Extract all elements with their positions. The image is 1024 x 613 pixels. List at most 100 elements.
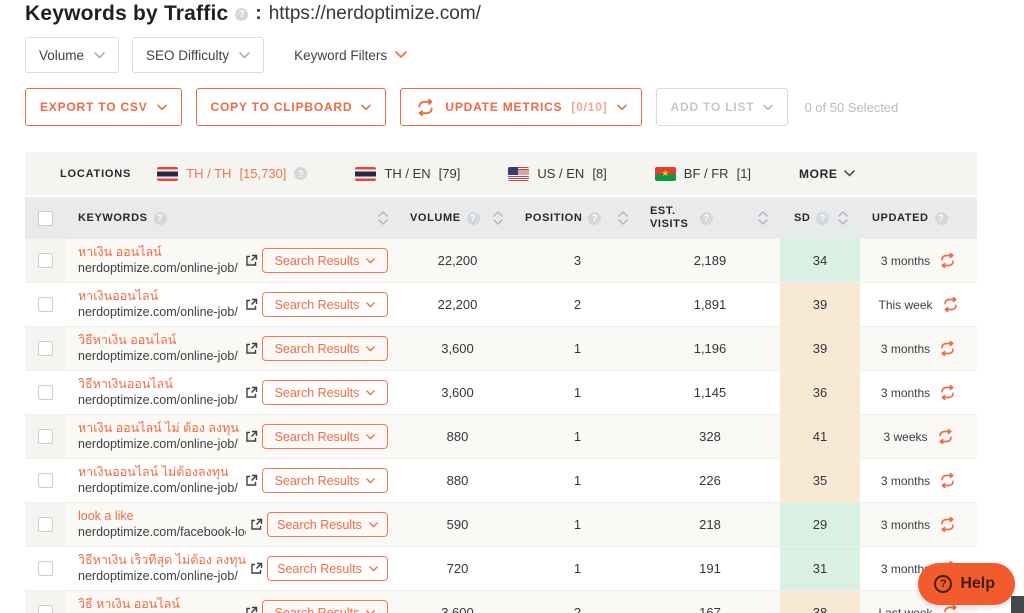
sd-header-label: SD xyxy=(794,212,810,224)
help-button[interactable]: ? Help xyxy=(918,563,1015,605)
select-all-checkbox[interactable] xyxy=(38,211,53,226)
est-visits-info-icon[interactable]: ? xyxy=(700,212,713,225)
copy-to-clipboard-button[interactable]: COPY TO CLIPBOARD xyxy=(196,88,387,126)
row-checkbox[interactable] xyxy=(38,605,53,613)
keyword-link[interactable]: วิธี หาเงิน ออนไลน์ xyxy=(78,597,241,613)
refresh-row-icon[interactable] xyxy=(942,605,959,613)
sd-cell: 38 xyxy=(780,591,860,613)
search-results-label: Search Results xyxy=(277,562,362,576)
keyword-link[interactable]: หาเงินออนไลน์ xyxy=(78,289,241,305)
row-checkbox[interactable] xyxy=(38,561,53,576)
column-header-est-visits[interactable]: EST. VISITS ? xyxy=(640,197,780,239)
external-link-icon[interactable] xyxy=(245,254,258,267)
est-visits-value: 328 xyxy=(640,415,780,458)
seo-difficulty-filter-dropdown[interactable]: SEO Difficulty xyxy=(132,37,264,73)
position-info-icon[interactable]: ? xyxy=(588,212,601,225)
sort-arrows[interactable] xyxy=(493,211,503,225)
row-checkbox[interactable] xyxy=(38,341,53,356)
search-results-button[interactable]: Search Results xyxy=(267,556,388,581)
location-item-bf-fr[interactable]: ★ BF / FR [1] xyxy=(655,166,751,181)
row-checkbox[interactable] xyxy=(38,385,53,400)
column-header-volume[interactable]: VOLUME ? xyxy=(400,197,515,239)
column-header-updated[interactable]: UPDATED ? xyxy=(860,197,977,239)
sort-arrows[interactable] xyxy=(378,211,388,225)
refresh-row-icon[interactable] xyxy=(939,341,956,356)
search-results-button[interactable]: Search Results xyxy=(262,336,388,361)
refresh-row-icon[interactable] xyxy=(939,253,956,268)
chevron-down-icon xyxy=(157,104,167,111)
column-header-sd[interactable]: SD ? xyxy=(780,197,860,239)
row-checkbox[interactable] xyxy=(38,297,53,312)
update-metrics-button[interactable]: UPDATE METRICS [0/10] xyxy=(400,88,641,126)
keywords-by-traffic-page: Keywords by Traffic ? : https://nerdopti… xyxy=(0,0,1024,613)
refresh-row-icon[interactable] xyxy=(937,429,954,444)
add-to-list-button[interactable]: ADD TO LIST xyxy=(656,88,789,126)
search-results-button[interactable]: Search Results xyxy=(262,468,388,493)
row-checkbox[interactable] xyxy=(38,473,53,488)
keyword-link[interactable]: หาเงินออนไลน์ ไม่ต้องลงทุน xyxy=(78,465,241,481)
sort-arrows[interactable] xyxy=(758,211,768,225)
search-results-button[interactable]: Search Results xyxy=(262,380,388,405)
external-link-icon[interactable] xyxy=(245,386,258,399)
refresh-row-icon[interactable] xyxy=(942,297,959,312)
sort-arrows[interactable] xyxy=(618,211,628,225)
search-results-button[interactable]: Search Results xyxy=(262,600,388,613)
locations-more-dropdown[interactable]: MORE xyxy=(799,167,855,181)
position-value: 2 xyxy=(515,591,640,613)
sd-info-icon[interactable]: ? xyxy=(816,212,829,225)
keyword-link[interactable]: วิธีหาเงินออนไลน์ xyxy=(78,377,241,393)
add-to-list-label: ADD TO LIST xyxy=(671,100,755,114)
est-visits-value: 2,189 xyxy=(640,239,780,282)
refresh-row-icon[interactable] xyxy=(939,517,956,532)
est-visits-value: 226 xyxy=(640,459,780,502)
external-link-icon[interactable] xyxy=(245,430,258,443)
row-checkbox[interactable] xyxy=(38,253,53,268)
position-value: 3 xyxy=(515,239,640,282)
row-checkbox[interactable] xyxy=(38,429,53,444)
row-checkbox[interactable] xyxy=(38,517,53,532)
search-results-label: Search Results xyxy=(277,518,362,532)
export-to-csv-button[interactable]: EXPORT TO CSV xyxy=(25,88,182,126)
table-row: วิธีหาเงิน ออนไลน์ nerdoptimize.com/onli… xyxy=(25,327,977,371)
search-results-button[interactable]: Search Results xyxy=(262,292,388,317)
volume-info-icon[interactable]: ? xyxy=(467,212,480,225)
external-link-icon[interactable] xyxy=(245,298,258,311)
refresh-row-icon[interactable] xyxy=(939,473,956,488)
location-item-th-en[interactable]: TH / EN [79] xyxy=(355,166,460,181)
keyword-link[interactable]: วิธีหาเงิน ออนไลน์ xyxy=(78,333,241,349)
title-info-icon[interactable]: ? xyxy=(235,8,248,21)
chevron-down-icon xyxy=(369,566,378,572)
updated-info-icon[interactable]: ? xyxy=(935,212,948,225)
external-link-icon[interactable] xyxy=(245,606,258,613)
location-item-th-th[interactable]: TH / TH [15,730] ? xyxy=(157,166,307,181)
updated-value: 3 weeks xyxy=(883,430,927,444)
location-item-us-en[interactable]: US / EN [8] xyxy=(508,166,606,181)
filter-bar: Volume SEO Difficulty Keyword Filters xyxy=(25,37,407,73)
keyword-link[interactable]: วิธีหาเงิน เร็วที่สุด ไม่ต้อง ลงทุน xyxy=(78,553,246,569)
keyword-filters-dropdown[interactable]: Keyword Filters xyxy=(294,48,407,63)
position-value: 1 xyxy=(515,415,640,458)
keywords-info-icon[interactable]: ? xyxy=(154,212,167,225)
search-results-button[interactable]: Search Results xyxy=(267,512,388,537)
search-results-button[interactable]: Search Results xyxy=(262,248,388,273)
position-value: 1 xyxy=(515,327,640,370)
external-link-icon[interactable] xyxy=(250,518,263,531)
column-header-position[interactable]: POSITION ? xyxy=(515,197,640,239)
volume-filter-dropdown[interactable]: Volume xyxy=(25,37,119,73)
chevron-down-icon xyxy=(366,434,375,440)
external-link-icon[interactable] xyxy=(245,342,258,355)
external-link-icon[interactable] xyxy=(245,474,258,487)
column-header-keywords[interactable]: KEYWORDS ? xyxy=(65,197,400,239)
volume-value: 590 xyxy=(400,503,515,546)
sd-cell: 36 xyxy=(780,371,860,414)
keyword-link[interactable]: หาเงิน ออนไลน์ xyxy=(78,245,241,261)
external-link-icon[interactable] xyxy=(250,562,263,575)
refresh-row-icon[interactable] xyxy=(939,385,956,400)
seo-difficulty-filter-label: SEO Difficulty xyxy=(146,48,229,63)
sort-arrows[interactable] xyxy=(838,211,848,225)
search-results-button[interactable]: Search Results xyxy=(262,424,388,449)
keyword-link[interactable]: look a like xyxy=(78,509,246,525)
refresh-icon xyxy=(415,99,436,116)
keyword-link[interactable]: หาเงิน ออนไลน์ ไม่ ต้อง ลงทุน xyxy=(78,421,241,437)
location-info-icon[interactable]: ? xyxy=(294,167,307,180)
